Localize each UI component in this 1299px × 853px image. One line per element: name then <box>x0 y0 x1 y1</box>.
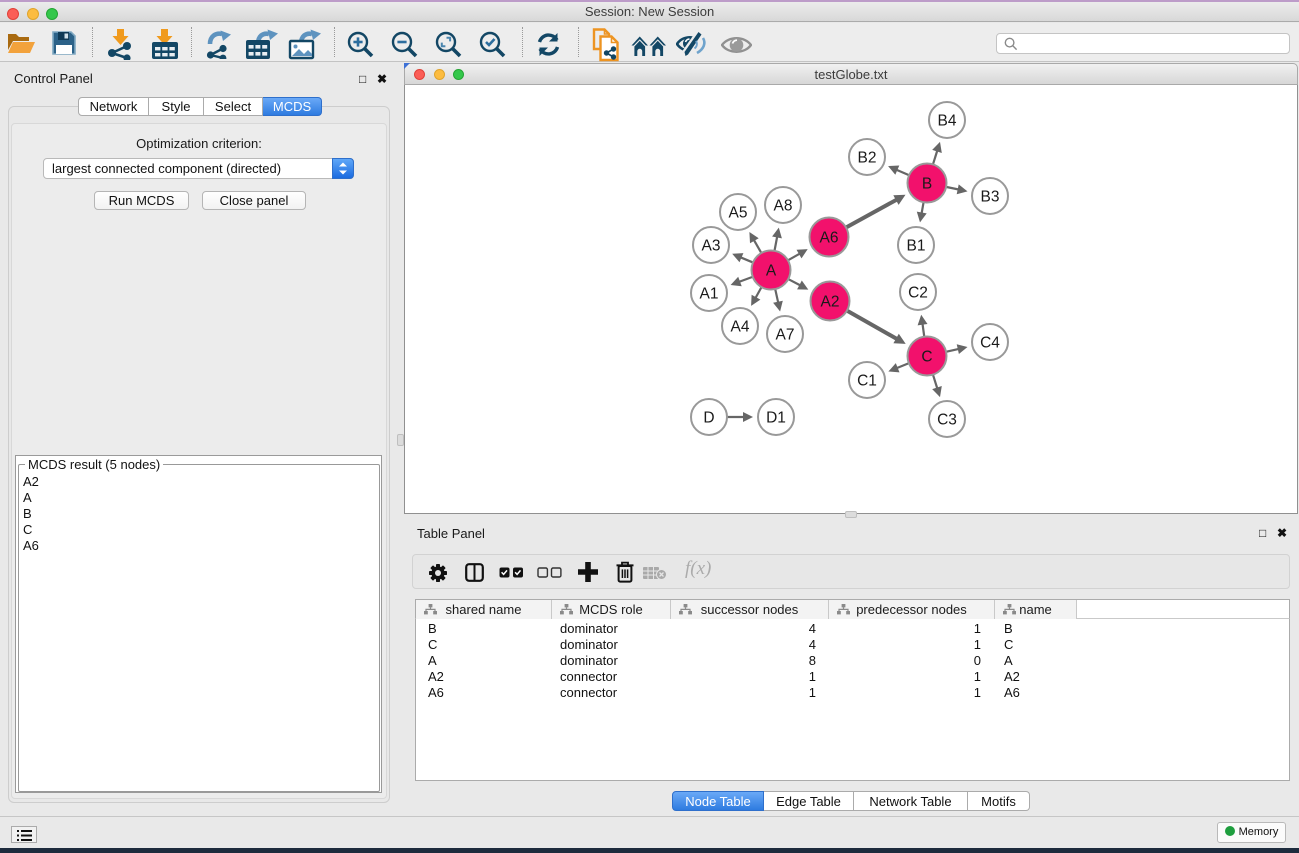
svg-text:D1: D1 <box>766 410 786 427</box>
svg-text:B4: B4 <box>938 113 957 130</box>
svg-text:C: C <box>921 349 932 366</box>
svg-text:A: A <box>766 263 777 280</box>
svg-text:C1: C1 <box>857 373 877 390</box>
svg-text:B2: B2 <box>858 150 877 167</box>
svg-text:B: B <box>922 176 932 193</box>
svg-text:A8: A8 <box>774 198 793 215</box>
svg-text:A6: A6 <box>820 230 839 247</box>
svg-text:A4: A4 <box>731 319 750 336</box>
svg-text:C4: C4 <box>980 335 1000 352</box>
svg-text:A7: A7 <box>776 327 795 344</box>
svg-text:B3: B3 <box>981 189 1000 206</box>
svg-text:C2: C2 <box>908 285 928 302</box>
svg-text:A3: A3 <box>702 238 721 255</box>
svg-text:A5: A5 <box>729 205 748 222</box>
svg-text:C3: C3 <box>937 412 957 429</box>
svg-text:A1: A1 <box>700 286 719 303</box>
svg-text:D: D <box>703 410 714 427</box>
svg-text:B1: B1 <box>907 238 926 255</box>
svg-text:A2: A2 <box>821 294 840 311</box>
